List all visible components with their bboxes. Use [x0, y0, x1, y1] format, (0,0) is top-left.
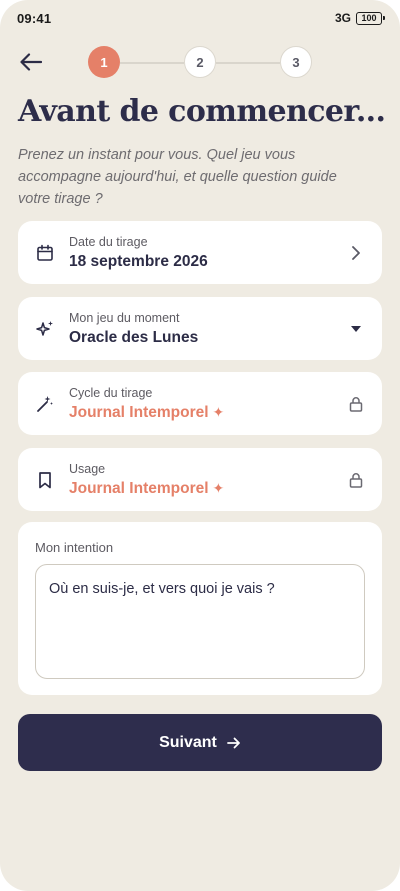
deck-select-label: Mon jeu du moment: [69, 311, 180, 325]
date-field-value: 18 septembre 2026: [69, 253, 208, 270]
deck-select-value: Oracle des Lunes: [69, 329, 199, 346]
step-3: 3: [280, 46, 312, 78]
intention-textarea[interactable]: Où en suis-je, et vers quoi je vais ?: [35, 564, 365, 679]
status-time: 09:41: [17, 10, 52, 26]
cycle-field: Cycle du tirage Journal Intemporel ✦: [18, 372, 382, 435]
caret-down-icon: [346, 319, 366, 339]
page-title: Avant de commencer...: [18, 94, 386, 129]
intention-label: Mon intention: [35, 540, 114, 555]
magic-wand-icon: [35, 394, 55, 414]
date-field[interactable]: Date du tirage 18 septembre 2026: [18, 221, 382, 284]
sparkle-icon: ✦: [212, 480, 225, 496]
step-1: 1: [88, 46, 120, 78]
usage-value-text: Journal Intemporel: [69, 480, 209, 497]
arrow-left-icon: [20, 53, 42, 71]
step-connector: [120, 62, 184, 64]
page-subtitle: Prenez un instant pour vous. Quel jeu vo…: [18, 147, 337, 207]
next-button-label: Suivant: [159, 733, 217, 751]
intention-card: Mon intention Où en suis-je, et vers quo…: [18, 522, 382, 695]
usage-field: Usage Journal Intemporel ✦: [18, 448, 382, 511]
sparkles-icon: [35, 319, 55, 339]
network-label: 3G: [334, 11, 351, 25]
status-indicators: 3G 100: [334, 11, 385, 25]
battery-level: 100: [361, 13, 377, 23]
usage-field-label: Usage: [69, 462, 106, 476]
lock-icon: [346, 470, 366, 490]
step-2: 2: [184, 46, 216, 78]
date-field-label: Date du tirage: [69, 235, 148, 249]
sparkle-icon: ✦: [212, 404, 225, 420]
step-connector: [216, 62, 280, 64]
cycle-field-label: Cycle du tirage: [69, 386, 153, 400]
phone-screen: 09:41 3G 100 1 2 3 Avant de commencer...…: [0, 0, 400, 891]
battery-icon: 100: [356, 11, 385, 25]
cycle-field-value: Journal Intemporel ✦: [69, 404, 224, 422]
status-bar: 09:41 3G 100: [0, 0, 400, 36]
deck-select[interactable]: Mon jeu du moment Oracle des Lunes: [18, 297, 382, 360]
next-button[interactable]: Suivant: [18, 714, 382, 771]
usage-field-value: Journal Intemporel ✦: [69, 480, 224, 498]
top-navigation: 1 2 3: [0, 44, 400, 80]
progress-stepper: 1 2 3: [88, 46, 312, 78]
cycle-value-text: Journal Intemporel: [69, 404, 209, 421]
calendar-icon: [35, 243, 55, 263]
chevron-right-icon: [346, 243, 366, 263]
arrow-right-icon: [226, 737, 240, 748]
lock-icon: [346, 394, 366, 414]
bookmark-icon: [35, 470, 55, 490]
back-button[interactable]: [18, 50, 44, 74]
